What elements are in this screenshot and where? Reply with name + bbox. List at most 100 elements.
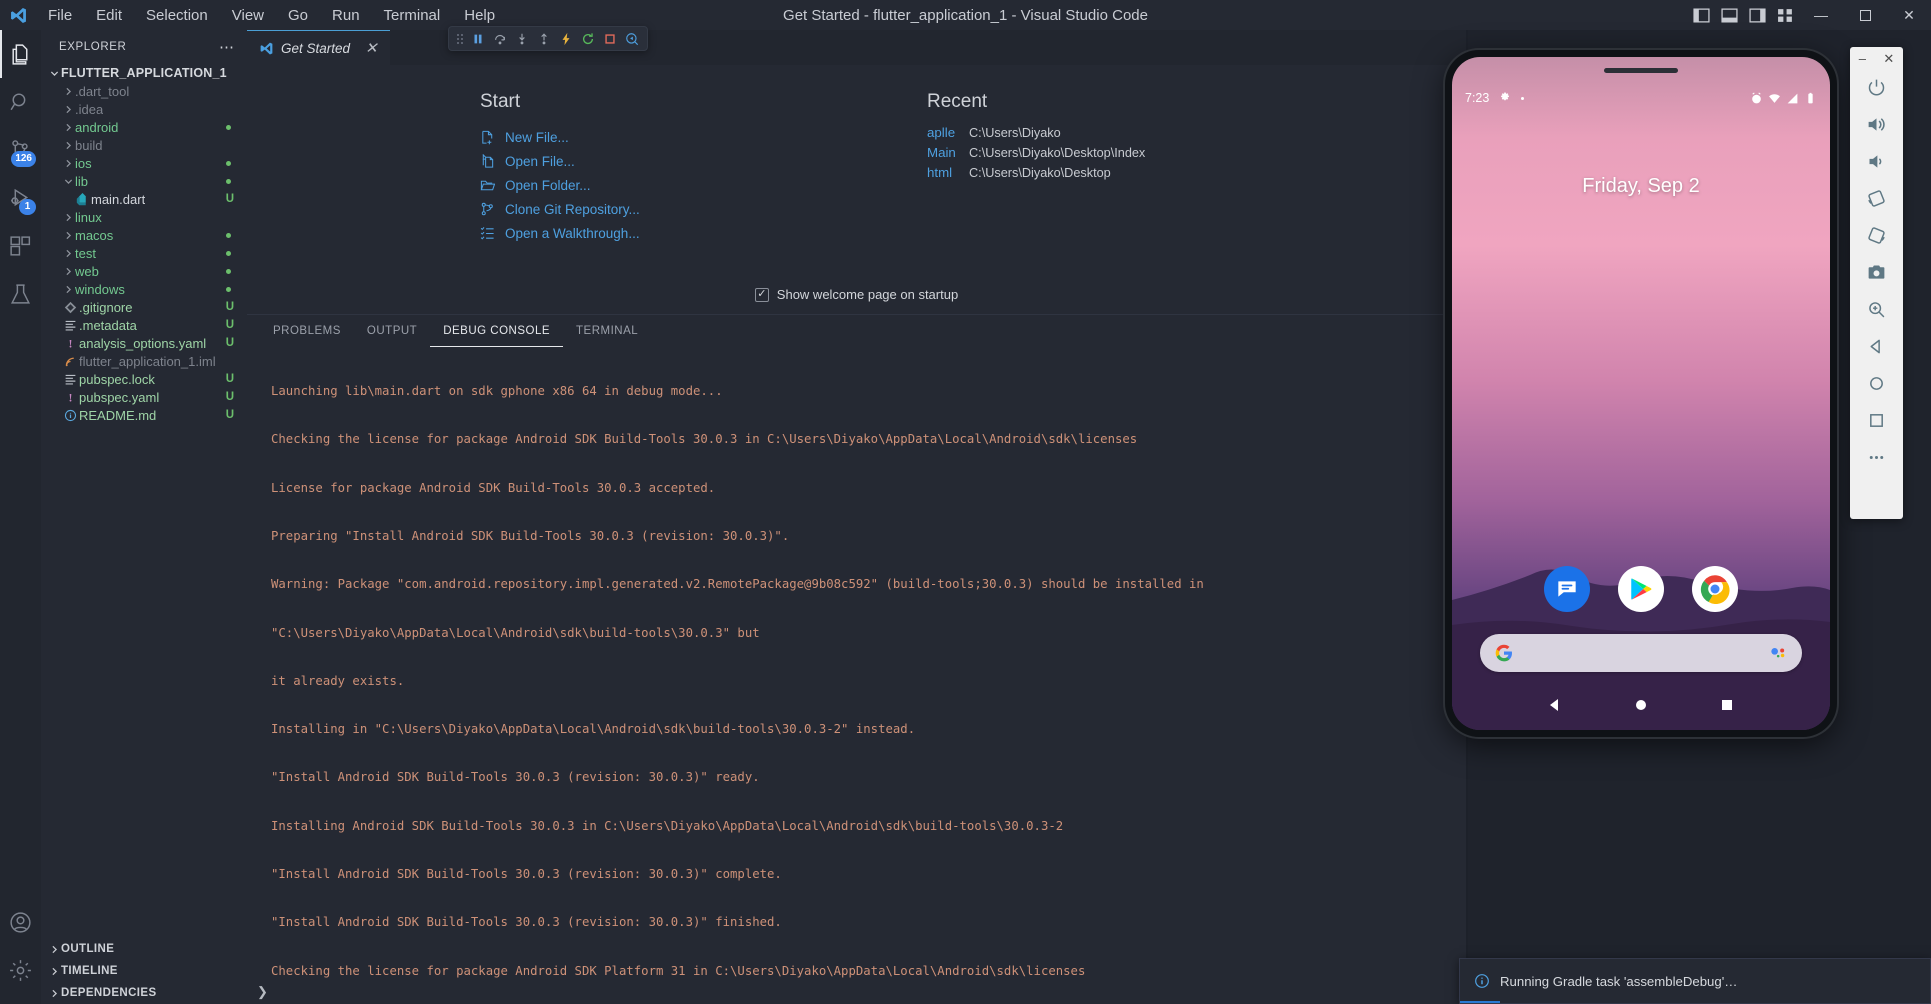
menu-file[interactable]: File: [36, 4, 84, 27]
emulator-home-button[interactable]: [1850, 365, 1903, 402]
tree-item-gitignore[interactable]: .gitignore U: [41, 298, 247, 316]
messages-app-icon[interactable]: [1544, 566, 1590, 612]
tree-item-web[interactable]: web: [41, 262, 247, 280]
startup-checkbox[interactable]: ✓: [754, 287, 769, 302]
emulator-screenshot-button[interactable]: [1850, 254, 1903, 291]
tab-problems[interactable]: PROBLEMS: [260, 315, 354, 347]
activity-extensions[interactable]: [0, 222, 41, 270]
emulator-volume-down-button[interactable]: [1850, 143, 1903, 180]
emulator-back-button[interactable]: [1850, 328, 1903, 365]
recent-item[interactable]: Main C:\Users\Diyako\Desktop\Index: [927, 145, 1145, 165]
tree-item-build[interactable]: build: [41, 136, 247, 154]
activity-accounts[interactable]: [0, 898, 41, 946]
menu-edit[interactable]: Edit: [84, 4, 134, 27]
emulator-toolbar[interactable]: – ✕: [1850, 47, 1903, 519]
toggle-primary-sidebar-icon[interactable]: [1687, 0, 1715, 30]
tree-item-pubspec-lock[interactable]: pubspec.lock U: [41, 370, 247, 388]
recent-item[interactable]: aplle C:\Users\Diyako: [927, 125, 1145, 145]
debug-console-output[interactable]: Launching lib\main.dart on sdk gphone x8…: [247, 347, 1466, 1004]
hot-restart-button[interactable]: [577, 27, 599, 50]
toggle-secondary-sidebar-icon[interactable]: [1743, 0, 1771, 30]
section-dependencies[interactable]: DEPENDENCIES: [41, 982, 247, 1004]
chrome-app-icon[interactable]: [1692, 566, 1738, 612]
menu-terminal[interactable]: Terminal: [372, 4, 453, 27]
maximize-button[interactable]: [1843, 0, 1887, 30]
menu-run[interactable]: Run: [320, 4, 372, 27]
emulator-rotate-right-button[interactable]: [1850, 217, 1903, 254]
activity-source-control[interactable]: 126: [0, 126, 41, 174]
recent-name[interactable]: Main: [927, 145, 959, 160]
open-file-link[interactable]: Open File...: [480, 149, 927, 173]
tree-item-analysis-options-yaml[interactable]: ! analysis_options.yaml U: [41, 334, 247, 352]
emulator-minimize-button[interactable]: –: [1859, 52, 1866, 65]
tree-item-macos[interactable]: macos: [41, 226, 247, 244]
close-button[interactable]: ✕: [1887, 0, 1931, 30]
activity-search[interactable]: [0, 78, 41, 126]
menu-help[interactable]: Help: [452, 4, 507, 27]
tree-item-ios[interactable]: ios: [41, 154, 247, 172]
play-store-app-icon[interactable]: [1618, 566, 1664, 612]
emulator-overview-button[interactable]: [1850, 402, 1903, 439]
hot-reload-button[interactable]: [555, 27, 577, 50]
startup-checkbox-row[interactable]: ✓ Show welcome page on startup: [247, 287, 1466, 302]
emulator-zoom-button[interactable]: [1850, 291, 1903, 328]
tree-item-windows[interactable]: windows: [41, 280, 247, 298]
emulator-more-button[interactable]: [1850, 439, 1903, 476]
date-widget[interactable]: Friday, Sep 2: [1452, 175, 1830, 198]
new-file-link[interactable]: New File...: [480, 125, 927, 149]
menu-view[interactable]: View: [220, 4, 276, 27]
recent-item[interactable]: html C:\Users\Diyako\Desktop: [927, 165, 1145, 185]
android-emulator-window[interactable]: 7:23 Friday, Sep 2: [1445, 50, 1837, 737]
customize-layout-icon[interactable]: [1771, 0, 1799, 30]
tab-get-started[interactable]: Get Started ✕: [247, 30, 390, 65]
emulator-power-button[interactable]: [1850, 69, 1903, 106]
activity-manage-gear-icon[interactable]: [0, 946, 41, 994]
emulator-volume-up-button[interactable]: [1850, 106, 1903, 143]
open-folder-link[interactable]: Open Folder...: [480, 173, 927, 197]
debug-toolbar[interactable]: [448, 26, 648, 51]
toggle-panel-icon[interactable]: [1715, 0, 1743, 30]
back-icon[interactable]: [1547, 697, 1563, 713]
emulator-close-button[interactable]: ✕: [1883, 52, 1894, 65]
tree-item-metadata[interactable]: .metadata U: [41, 316, 247, 334]
drag-grip-icon[interactable]: [453, 32, 467, 46]
debug-step-into-button[interactable]: [511, 27, 533, 50]
tree-item-iml[interactable]: flutter_application_1.iml: [41, 352, 247, 370]
section-timeline[interactable]: TIMELINE: [41, 960, 247, 982]
tree-item-dart_tool[interactable]: .dart_tool: [41, 82, 247, 100]
debug-pause-button[interactable]: [467, 27, 489, 50]
activity-run-and-debug[interactable]: 1: [0, 174, 41, 222]
tree-item-readme[interactable]: README.md U: [41, 406, 247, 424]
menu-selection[interactable]: Selection: [134, 4, 220, 27]
tree-root-folder[interactable]: FLUTTER_APPLICATION_1: [41, 64, 247, 82]
google-search-bar[interactable]: [1480, 634, 1802, 672]
tab-output[interactable]: OUTPUT: [354, 315, 430, 347]
tree-item-idea[interactable]: .idea: [41, 100, 247, 118]
debug-step-out-button[interactable]: [533, 27, 555, 50]
home-icon[interactable]: [1633, 697, 1649, 713]
tab-terminal[interactable]: TERMINAL: [563, 315, 651, 347]
tree-item-lib[interactable]: lib: [41, 172, 247, 190]
activity-explorer[interactable]: [0, 30, 41, 78]
emulator-screen[interactable]: 7:23 Friday, Sep 2: [1452, 57, 1830, 730]
emulator-rotate-left-button[interactable]: [1850, 180, 1903, 217]
ellipsis-icon[interactable]: ⋯: [219, 38, 235, 56]
close-icon[interactable]: ✕: [365, 41, 378, 56]
clone-git-repository-link[interactable]: Clone Git Repository...: [480, 197, 927, 221]
tree-item-test[interactable]: test: [41, 244, 247, 262]
recent-name[interactable]: aplle: [927, 125, 959, 140]
debug-stop-button[interactable]: [599, 27, 621, 50]
open-walkthrough-link[interactable]: Open a Walkthrough...: [480, 221, 927, 245]
activity-testing[interactable]: [0, 270, 41, 318]
minimize-button[interactable]: —: [1799, 0, 1843, 30]
debug-step-over-button[interactable]: [489, 27, 511, 50]
recents-icon[interactable]: [1719, 697, 1735, 713]
tree-item-linux[interactable]: linux: [41, 208, 247, 226]
tree-item-main-dart[interactable]: main.dart U: [41, 190, 247, 208]
tree-item-pubspec-yaml[interactable]: ! pubspec.yaml U: [41, 388, 247, 406]
open-devtools-button[interactable]: [621, 27, 643, 50]
notification-toast[interactable]: Running Gradle task 'assembleDebug'…: [1459, 958, 1931, 1004]
recent-name[interactable]: html: [927, 165, 959, 180]
tab-debug-console[interactable]: DEBUG CONSOLE: [430, 315, 563, 347]
menu-go[interactable]: Go: [276, 4, 320, 27]
